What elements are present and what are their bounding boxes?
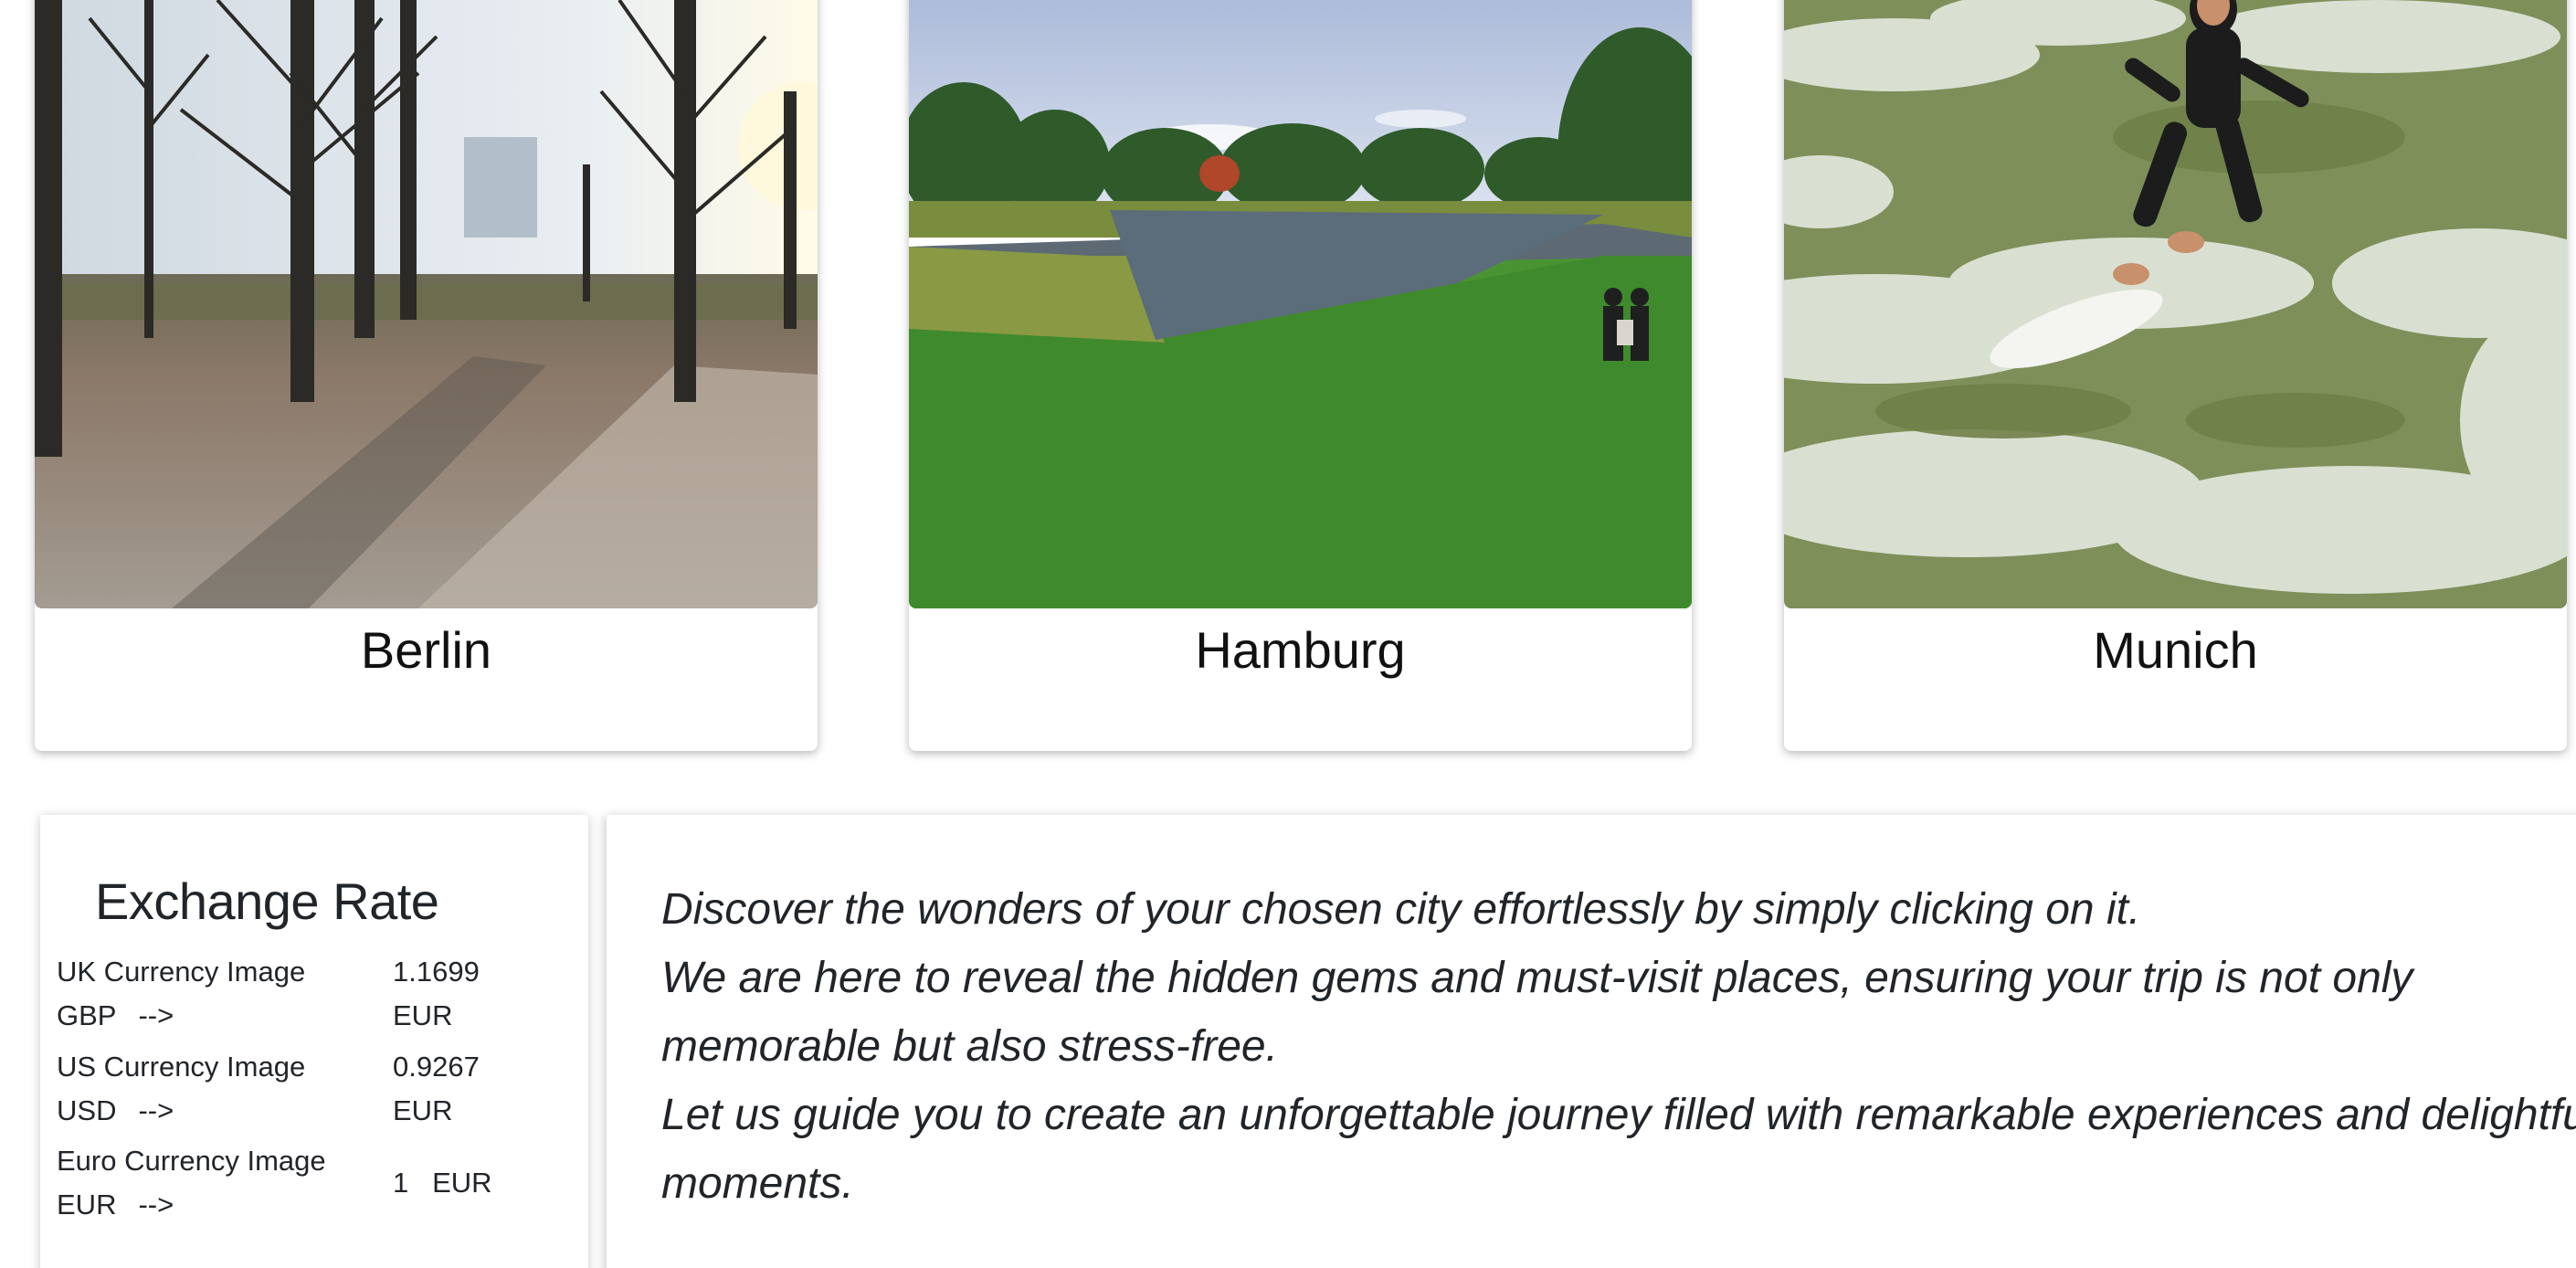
target-currency: EUR xyxy=(393,999,453,1031)
exchange-from: UK Currency Image GBP --> xyxy=(57,950,349,1038)
city-name-hamburg: Hamburg xyxy=(1195,621,1406,679)
munich-surfer-photo xyxy=(1784,0,2567,608)
currency-code: GBP xyxy=(57,999,117,1031)
target-currency: EUR xyxy=(432,1167,492,1199)
currency-code: USD xyxy=(57,1094,117,1126)
exchange-to: 0.9267 EUR xyxy=(393,1045,530,1133)
berlin-park-photo xyxy=(35,0,818,608)
city-name-munich: Munich xyxy=(2093,621,2258,679)
exchange-to: 1 EUR xyxy=(393,1161,530,1205)
city-card-berlin[interactable]: Berlin xyxy=(35,0,818,751)
city-name-berlin: Berlin xyxy=(360,621,492,679)
exchange-to: 1.1699 EUR xyxy=(393,950,530,1038)
intro-text: Discover the wonders of your chosen city… xyxy=(661,875,2576,1218)
page: Berlin Hamburg Munich Exchange Rate UK C… xyxy=(0,0,2576,1268)
city-card-munich[interactable]: Munich xyxy=(1784,0,2567,751)
intro-panel: Discover the wonders of your chosen city… xyxy=(607,815,2576,1268)
city-card-hamburg[interactable]: Hamburg xyxy=(909,0,1692,751)
rate-value: 0.9267 xyxy=(393,1051,480,1083)
intro-line: We are here to reveal the hidden gems an… xyxy=(661,954,2413,1071)
arrow-text: --> xyxy=(138,1094,174,1126)
intro-line: Let us guide you to create an unforgetta… xyxy=(661,1091,2576,1208)
rate-value: 1.1699 xyxy=(393,956,480,988)
arrow-text: --> xyxy=(138,1189,174,1220)
hamburg-park-photo xyxy=(909,0,1692,608)
euro-currency-image: Euro Currency Image xyxy=(57,1145,326,1177)
arrow-text: --> xyxy=(138,999,174,1031)
exchange-from: US Currency Image USD --> xyxy=(57,1045,349,1133)
rate-value: 1 xyxy=(393,1167,409,1199)
uk-currency-image: UK Currency Image xyxy=(57,956,306,988)
target-currency: EUR xyxy=(393,1094,453,1126)
intro-line: Discover the wonders of your chosen city… xyxy=(661,885,2141,934)
exchange-rate-title: Exchange Rate xyxy=(95,872,439,930)
currency-code: EUR xyxy=(57,1189,117,1220)
exchange-from: Euro Currency Image EUR --> xyxy=(57,1139,349,1227)
us-currency-image: US Currency Image xyxy=(57,1051,306,1083)
